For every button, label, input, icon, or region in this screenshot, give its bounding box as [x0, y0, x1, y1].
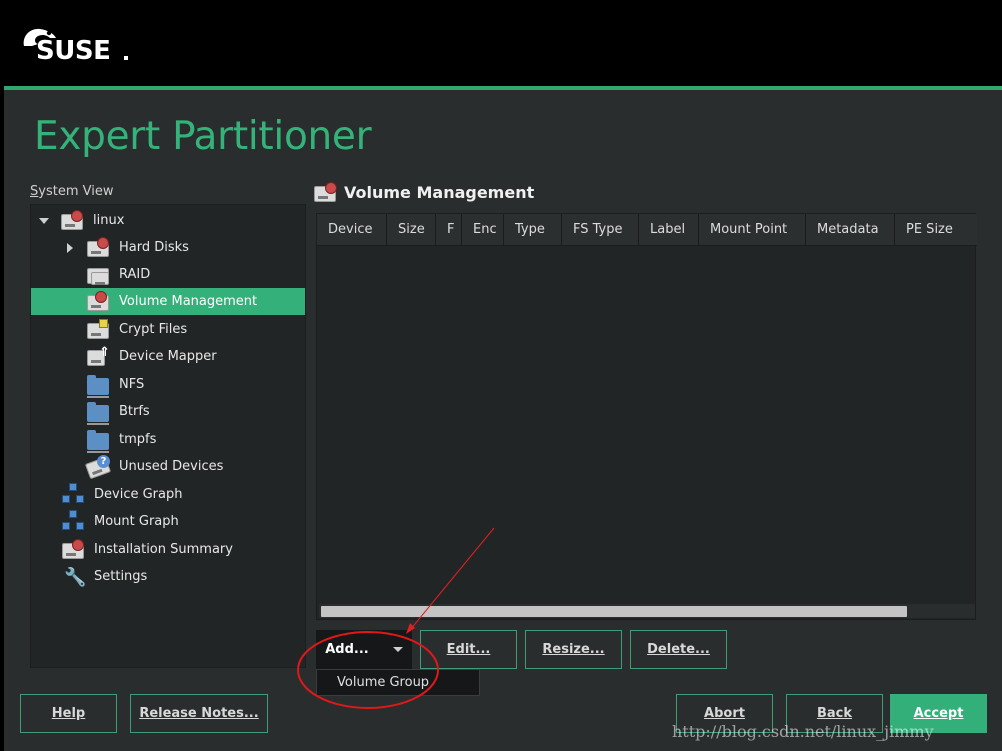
column-header-device[interactable]: Device [317, 214, 387, 246]
tree-item-label: Crypt Files [119, 322, 188, 337]
hard-disk-icon [59, 209, 85, 233]
crypt-icon [85, 318, 111, 342]
column-header-fs-type[interactable]: FS Type [562, 214, 639, 246]
suse-logo: SUSE [20, 22, 128, 70]
column-header-f[interactable]: F [436, 214, 462, 246]
expanded-arrow-icon[interactable] [39, 216, 49, 226]
tree-item-mount-graph[interactable]: Mount Graph [60, 508, 179, 535]
logo-text: SUSE [36, 36, 111, 66]
watermark-text: http://blog.csdn.net/linux_jimmy [672, 722, 934, 741]
table-header: Device Size F Enc Type FS Type Label Mou… [317, 214, 977, 246]
tree-item-label: Installation Summary [94, 542, 233, 557]
edit-button-label: Edit... [446, 642, 491, 657]
section-title: Volume Management [344, 183, 535, 202]
tree-item-label: linux [93, 213, 125, 228]
tree-item-label: NFS [119, 377, 145, 392]
add-button-label: Add... [325, 642, 369, 657]
tree-item-raid[interactable]: RAID [85, 261, 150, 288]
tree-item-label: Device Graph [94, 487, 183, 502]
volume-icon [85, 290, 111, 314]
tree-item-label: Hard Disks [119, 240, 189, 255]
release-notes-button-label: Release Notes... [139, 706, 259, 721]
tree-item-label: RAID [119, 267, 151, 282]
tree-item-label: Volume Management [119, 294, 258, 309]
edit-button[interactable]: Edit... [420, 630, 517, 669]
tree-item-volume-management[interactable]: Volume Management [31, 288, 305, 315]
tree-item-device-mapper[interactable]: ⇑ Device Mapper [85, 343, 217, 370]
tree-item-label: tmpfs [119, 432, 157, 447]
horizontal-scrollbar[interactable] [319, 604, 975, 618]
help-button[interactable]: Help [20, 694, 117, 733]
system-view-tree[interactable]: linux Hard Disks RAID Volume Management … [30, 204, 306, 668]
top-bar: SUSE [0, 0, 1002, 86]
menu-item-volume-group[interactable]: Volume Group [337, 675, 429, 690]
device-mapper-icon: ⇑ [85, 345, 111, 369]
chevron-down-icon [392, 647, 403, 652]
column-header-size[interactable]: Size [387, 214, 436, 246]
volume-table[interactable]: Device Size F Enc Type FS Type Label Mou… [316, 213, 977, 620]
tree-item-btrfs[interactable]: Btrfs [85, 398, 150, 425]
column-header-pe-size[interactable]: PE Size [895, 214, 977, 246]
column-header-label[interactable]: Label [639, 214, 699, 246]
tree-item-label: Btrfs [119, 404, 150, 419]
graph-icon [60, 509, 86, 534]
column-header-metadata[interactable]: Metadata [806, 214, 895, 246]
column-header-mount-point[interactable]: Mount Point [699, 214, 806, 246]
folder-icon [85, 400, 111, 425]
wrench-icon: 🔧 [64, 566, 87, 588]
accept-button-label: Accept [913, 706, 964, 721]
tree-item-label: Device Mapper [119, 349, 217, 364]
hard-disk-icon [85, 236, 111, 260]
delete-button-label: Delete... [647, 642, 710, 657]
tree-item-installation-summary[interactable]: Installation Summary [60, 536, 233, 563]
tree-item-hard-disks[interactable]: Hard Disks [65, 234, 189, 261]
back-button-label: Back [816, 706, 853, 721]
unused-devices-icon: ? [84, 454, 112, 479]
system-view-label: System View [30, 184, 113, 199]
tree-item-label: Settings [94, 569, 148, 584]
summary-icon [60, 538, 86, 562]
tree-item-tmpfs[interactable]: tmpfs [85, 426, 156, 453]
add-button[interactable]: Add... [316, 630, 412, 669]
tree-item-label: Unused Devices [119, 459, 224, 474]
page-title: Expert Partitioner [34, 114, 372, 159]
add-dropdown-menu: Volume Group [316, 669, 480, 696]
tree-item-settings[interactable]: 🔧 Settings [60, 563, 147, 590]
scrollbar-thumb[interactable] [321, 606, 907, 617]
tree-item-unused-devices[interactable]: ? Unused Devices [84, 453, 224, 480]
header-accent-line [4, 86, 1002, 90]
folder-icon [85, 373, 111, 398]
graph-icon [60, 482, 86, 507]
logo-dot [124, 56, 128, 60]
folder-icon [85, 428, 111, 453]
system-view-label-rest: ystem View [38, 184, 114, 199]
collapsed-arrow-icon[interactable] [65, 242, 75, 253]
tree-item-linux[interactable]: linux [39, 207, 124, 234]
raid-icon [85, 263, 111, 287]
delete-button[interactable]: Delete... [630, 630, 727, 669]
resize-button[interactable]: Resize... [525, 630, 622, 669]
tree-item-nfs[interactable]: NFS [85, 371, 144, 398]
column-header-enc[interactable]: Enc [462, 214, 504, 246]
volume-management-icon [312, 180, 340, 204]
release-notes-button[interactable]: Release Notes... [130, 694, 268, 733]
abort-button-label: Abort [704, 706, 745, 721]
tree-item-label: Mount Graph [94, 514, 179, 529]
column-header-type[interactable]: Type [504, 214, 562, 246]
resize-button-label: Resize... [542, 642, 605, 657]
left-border [0, 86, 4, 751]
help-button-label: Help [51, 706, 86, 721]
tree-item-device-graph[interactable]: Device Graph [60, 481, 182, 508]
tree-item-crypt-files[interactable]: Crypt Files [85, 316, 187, 343]
